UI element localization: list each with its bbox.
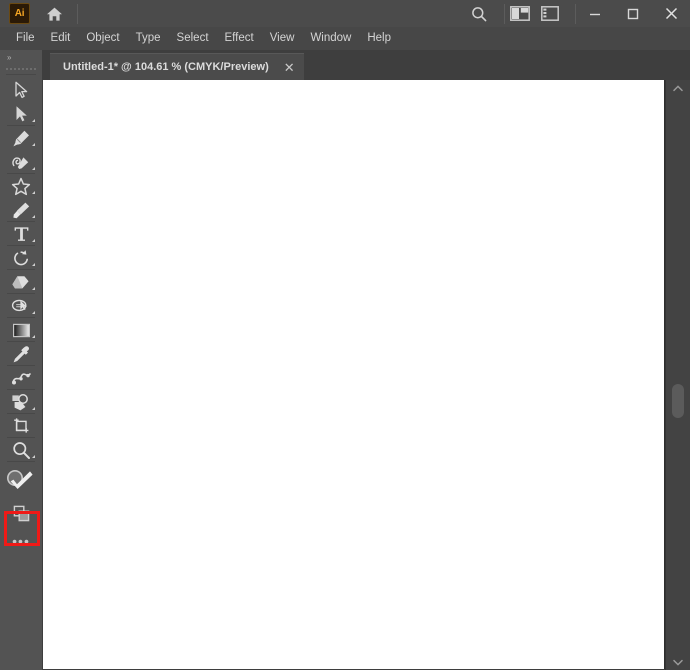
curvature-tool-icon (12, 156, 29, 169)
tool-eyedropper[interactable] (0, 342, 42, 366)
scrollbar-thumb[interactable] (672, 384, 684, 418)
home-icon (46, 7, 62, 21)
toolbar-drag-handle[interactable] (6, 65, 36, 75)
search-button[interactable] (464, 0, 494, 27)
tool-direct-selection[interactable] (0, 102, 42, 126)
menu-item-file[interactable]: File (8, 29, 43, 48)
fill-stroke-swatch-icon (7, 470, 33, 489)
tool-flyout-indicator (32, 239, 35, 242)
title-bar: Ai (0, 0, 690, 27)
tool-gradient[interactable] (0, 318, 42, 342)
tab-close-icon[interactable]: ✕ (283, 61, 296, 74)
menu-item-edit[interactable]: Edit (43, 29, 79, 48)
symbol-sprayer-tool-icon (11, 393, 28, 410)
canvas-area[interactable] (42, 80, 690, 670)
minimize-icon (590, 13, 600, 15)
minimize-button[interactable] (576, 0, 614, 27)
chevron-down-icon (673, 659, 683, 666)
tool-curvature[interactable] (0, 150, 42, 174)
arrange-documents-icon (510, 6, 530, 21)
tool-flyout-indicator (32, 167, 35, 170)
artboard[interactable] (43, 80, 665, 669)
search-icon (472, 6, 487, 21)
scroll-up-button[interactable] (666, 80, 690, 96)
tool-flyout-indicator (32, 407, 35, 410)
tool-eraser[interactable] (0, 270, 42, 294)
menu-item-window[interactable]: Window (302, 29, 359, 48)
vertical-scrollbar[interactable] (665, 80, 690, 670)
pen-tool-icon (12, 130, 29, 146)
menu-item-view[interactable]: View (262, 29, 303, 48)
tool-type[interactable] (0, 222, 42, 246)
tool-flyout-indicator (32, 119, 35, 122)
tool-flyout-indicator (32, 335, 35, 338)
document-tab-bar: Untitled-1* @ 104.61 % (CMYK/Preview) ✕ (42, 50, 690, 80)
tool-artboard[interactable] (0, 414, 42, 438)
zoom-tool-icon (12, 441, 30, 459)
free-transform-tool-icon (11, 299, 27, 311)
blend-tool-icon (11, 372, 31, 384)
arrange-documents-button[interactable] (505, 0, 535, 27)
tool-pen[interactable] (0, 126, 42, 150)
illustrator-window: Ai File Edit Object Type Select Effect V… (0, 0, 690, 670)
gradient-tool-icon (12, 323, 30, 337)
chevron-up-icon (673, 84, 683, 91)
star-shape-tool-icon (11, 177, 31, 195)
eraser-tool-icon (12, 275, 29, 288)
direct-selection-tool-icon (16, 106, 27, 122)
scroll-down-button[interactable] (666, 654, 690, 670)
menu-item-effect[interactable]: Effect (217, 29, 262, 48)
tool-flyout-indicator (32, 287, 35, 290)
tool-shape[interactable] (0, 174, 42, 198)
ellipsis-icon: ••• (12, 533, 30, 549)
edit-toolbar-button[interactable]: ••• (0, 528, 42, 554)
menu-bar: File Edit Object Type Select Effect View… (0, 27, 690, 50)
menu-item-help[interactable]: Help (359, 29, 399, 48)
maximize-icon (627, 8, 639, 19)
tool-flyout-indicator (32, 215, 35, 218)
menu-item-select[interactable]: Select (169, 29, 217, 48)
artboard-tool-icon (13, 418, 28, 433)
type-tool-icon (14, 227, 28, 241)
tool-symbol-sprayer[interactable] (0, 390, 42, 414)
titlebar-separator-1 (77, 3, 78, 24)
workspace-switcher-button[interactable] (535, 0, 565, 27)
document-tab-title: Untitled-1* @ 104.61 % (CMYK/Preview) (63, 61, 269, 73)
maximize-button[interactable] (614, 0, 652, 27)
tool-rotate[interactable] (0, 246, 42, 270)
document-tab[interactable]: Untitled-1* @ 104.61 % (CMYK/Preview) ✕ (50, 53, 304, 80)
close-button[interactable] (652, 0, 690, 27)
close-icon (665, 7, 677, 20)
tool-selection[interactable] (0, 78, 42, 102)
menu-item-object[interactable]: Object (78, 29, 127, 48)
tool-screen-mode[interactable] (0, 498, 42, 528)
tool-zoom[interactable] (0, 438, 42, 462)
eyedropper-tool-icon (13, 345, 29, 362)
tool-blend[interactable] (0, 366, 42, 390)
scrollbar-track[interactable] (666, 96, 690, 654)
tools-panel: » ••• (0, 50, 43, 670)
tool-paintbrush[interactable] (0, 198, 42, 222)
tool-free-transform[interactable] (0, 294, 42, 318)
tool-flyout-indicator (32, 311, 35, 314)
tool-flyout-indicator (32, 455, 35, 458)
menu-item-type[interactable]: Type (128, 29, 169, 48)
workspace-switcher-icon (541, 6, 559, 21)
paintbrush-tool-icon (12, 202, 29, 218)
home-button[interactable] (41, 3, 67, 25)
toolbar-collapse-button[interactable]: » (0, 50, 42, 64)
rotate-tool-icon (13, 249, 28, 265)
selection-tool-icon (15, 81, 28, 99)
screen-mode-icon (13, 505, 29, 521)
tool-flyout-indicator (32, 263, 35, 266)
ai-logo-icon: Ai (9, 3, 30, 24)
tool-flyout-indicator (32, 143, 35, 146)
tool-flyout-indicator (32, 191, 35, 194)
tool-fill-stroke-swatch[interactable] (0, 462, 42, 498)
